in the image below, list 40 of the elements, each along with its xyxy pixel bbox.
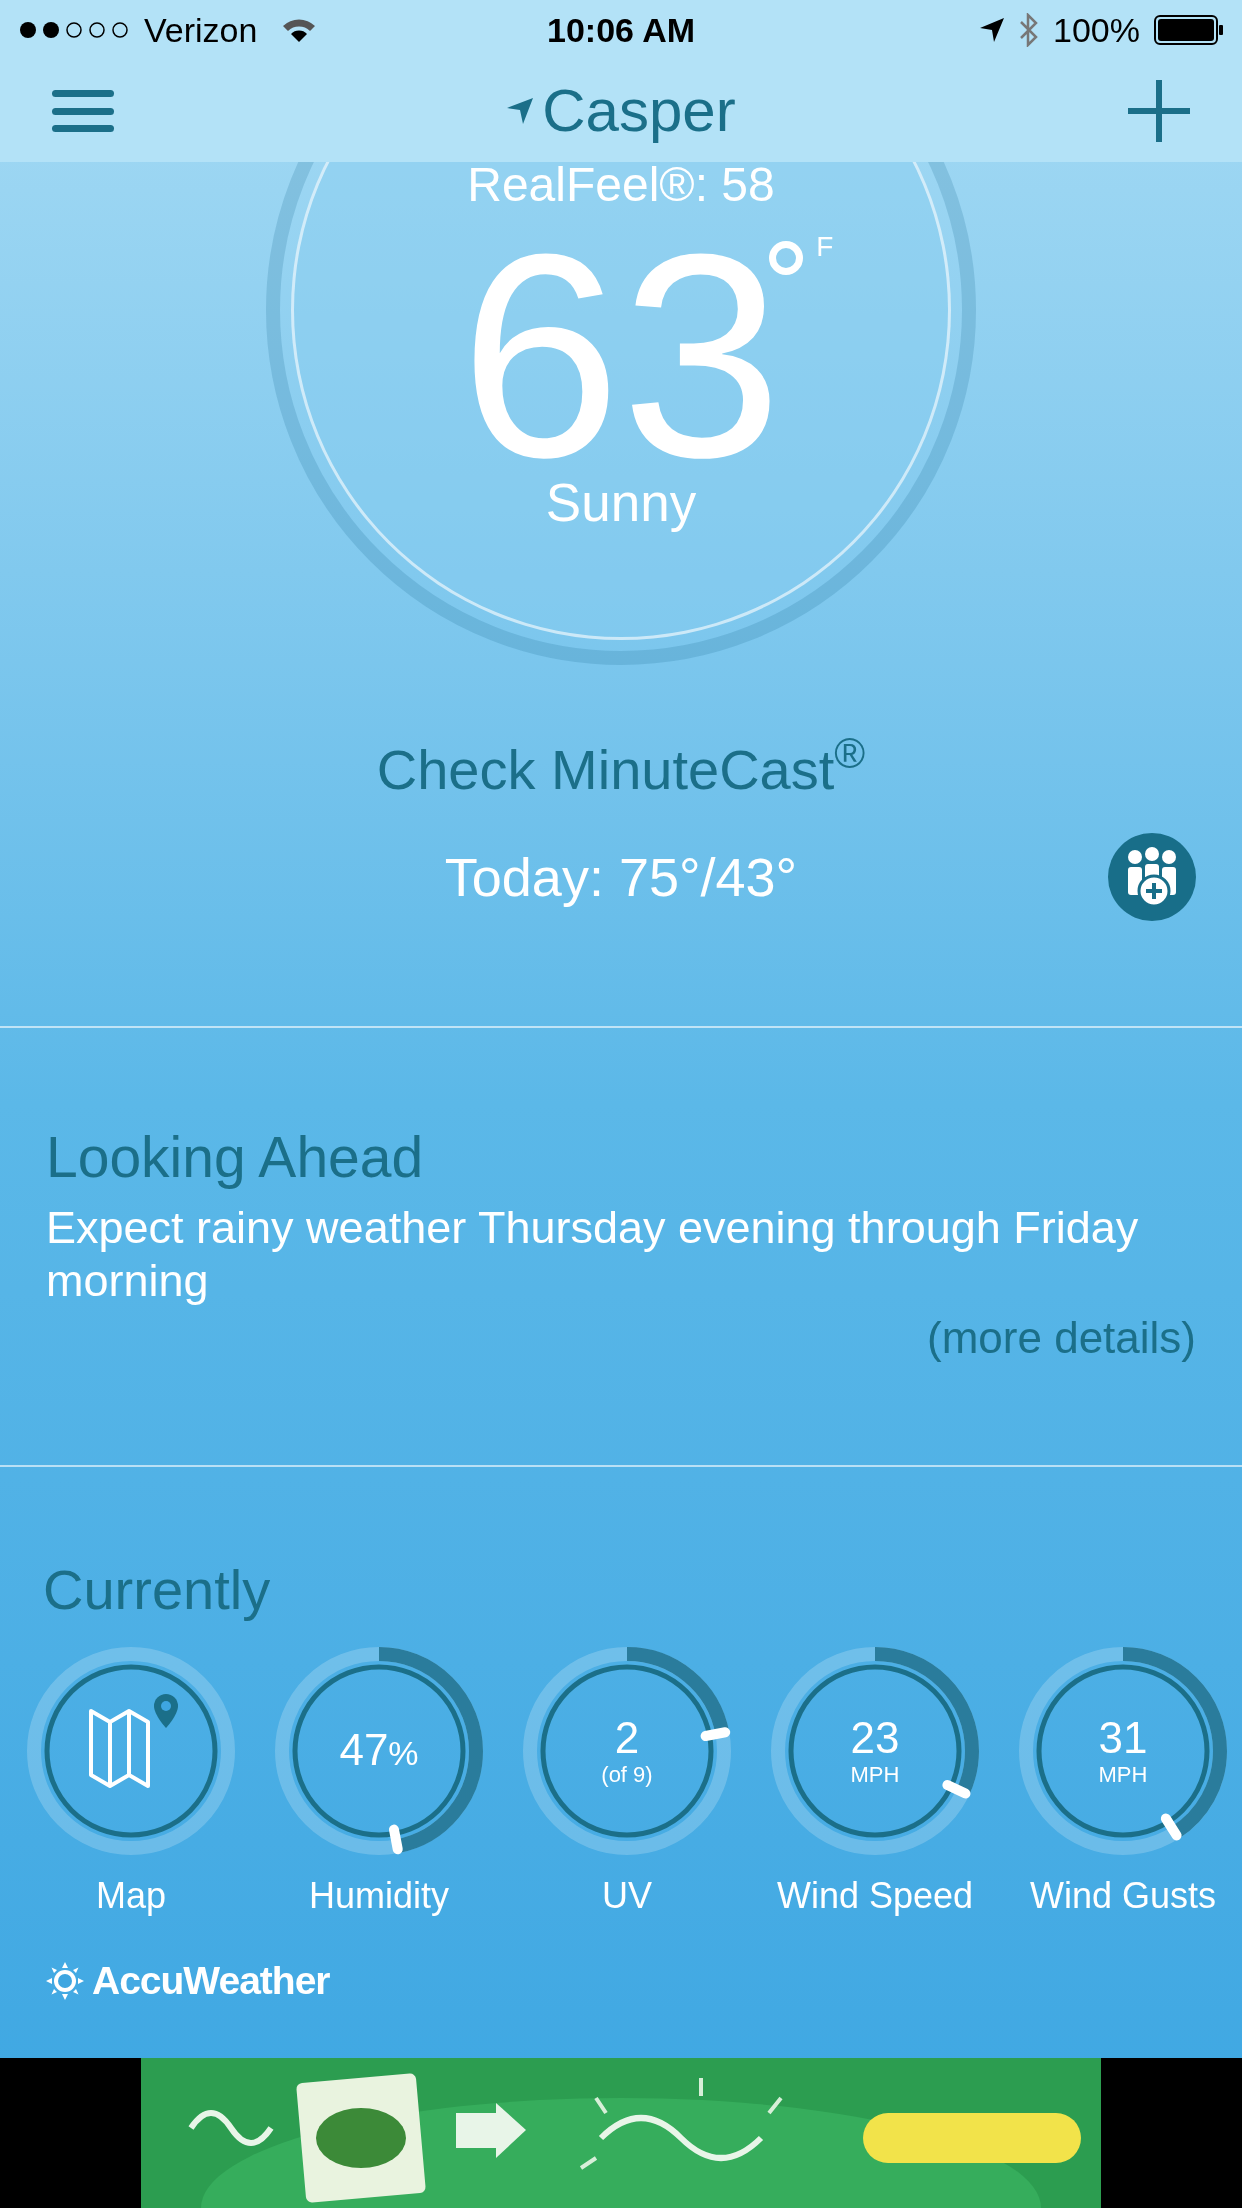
gauge-value: 2: [614, 1714, 640, 1762]
minutecast-link[interactable]: Check MinuteCast$^{®}$: [376, 740, 866, 800]
location-title[interactable]: Casper: [542, 76, 736, 146]
today-range: Today: 75°/43°: [444, 849, 798, 905]
gauge-unit: (of 9): [601, 1762, 653, 1788]
gauge-label: UV: [602, 1876, 652, 1916]
unit-label: F: [816, 231, 834, 263]
gauge[interactable]: 23 MPH: [770, 1646, 980, 1856]
gauge[interactable]: 31 MPH: [1018, 1646, 1228, 1856]
gauge-label: Wind Gusts: [1029, 1876, 1216, 1916]
carrier-name: Verizon: [144, 9, 258, 51]
location-arrow-icon: [979, 17, 1006, 43]
more-details-link[interactable]: (more details): [927, 1311, 1196, 1365]
gauge-label: Humidity: [309, 1876, 449, 1916]
degree-icon: [769, 241, 804, 275]
location-arrow-icon: [506, 97, 535, 125]
realfeel-text: RealFeel®: 58: [467, 158, 775, 212]
battery-icon: [1154, 15, 1224, 45]
gauge[interactable]: 2 (of 9): [522, 1646, 732, 1856]
gauge-unit: MPH: [850, 1762, 900, 1788]
section-title: Looking Ahead: [46, 1127, 425, 1187]
brand-logo: AccuWeather: [92, 1957, 330, 2004]
battery-percent: 100%: [1053, 9, 1140, 51]
sun-logo-icon: [46, 1962, 84, 2000]
map-pin-icon: [89, 1694, 178, 1788]
add-button[interactable]: [1128, 80, 1190, 142]
wifi-icon: [281, 17, 318, 43]
forecast-summary: Expect rainy weather Thursday evening through Friday morning: [46, 1201, 1140, 1307]
bluetooth-icon: [1019, 13, 1040, 47]
section-title: Currently: [42, 1560, 272, 1620]
gauge-value: 23: [850, 1714, 900, 1762]
gauge-label: Wind Speed: [776, 1876, 974, 1916]
condition-text: Sunny: [545, 475, 697, 531]
gauge-value: 31: [1098, 1714, 1148, 1762]
gauge-unit: MPH: [1098, 1762, 1148, 1788]
gauge-label: Map: [96, 1876, 166, 1916]
clock: 10:06 AM: [547, 9, 695, 51]
gauge-value: 47%: [339, 1725, 419, 1776]
gauge[interactable]: 47%: [274, 1646, 484, 1856]
map-button[interactable]: [26, 1646, 236, 1856]
